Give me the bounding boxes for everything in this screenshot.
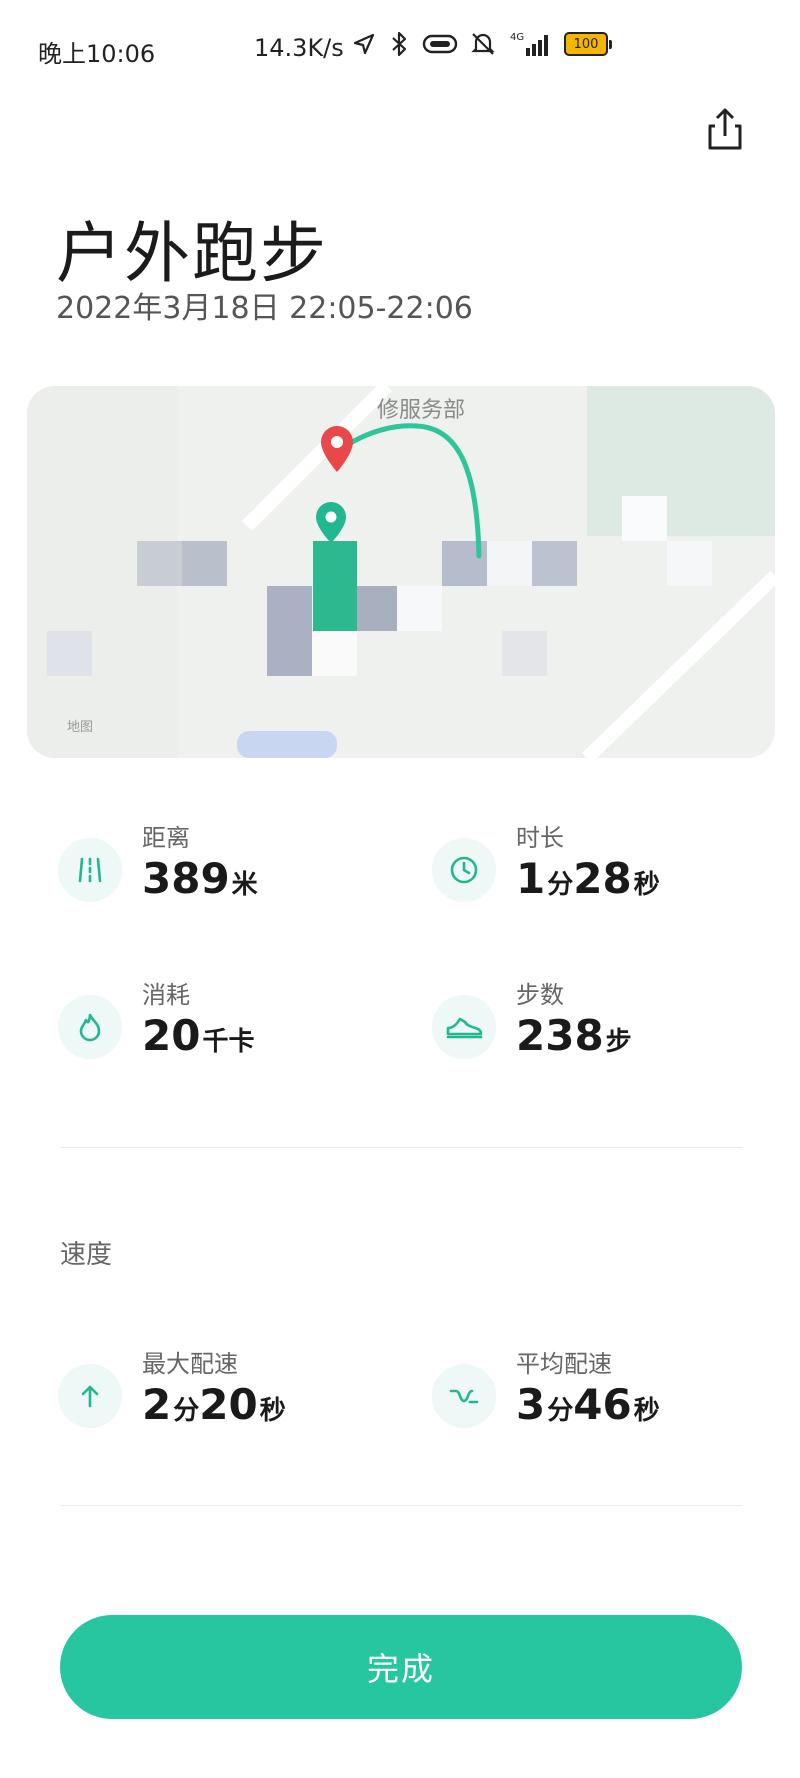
mute-bell-icon: [470, 31, 496, 57]
road-icon: [58, 838, 122, 902]
status-time: 晚上10:06: [38, 40, 156, 68]
share-icon: [708, 108, 742, 150]
divider: [60, 1147, 742, 1148]
minute-unit: 分: [173, 1396, 200, 1426]
map-background: [27, 386, 775, 758]
stat-label: 时长: [516, 824, 564, 852]
flame-icon: [58, 995, 122, 1059]
route-map[interactable]: 修服务部 地图: [27, 386, 775, 758]
second-unit: 秒: [633, 870, 660, 900]
calories-unit: 千卡: [202, 1027, 255, 1057]
svg-text:4G: 4G: [510, 32, 524, 43]
page-title: 户外跑步: [56, 215, 328, 292]
steps-unit: 步: [605, 1027, 632, 1057]
distance-value: 389: [142, 854, 230, 903]
shoe-icon: [432, 995, 496, 1059]
network-speed: 14.3K/s: [254, 34, 344, 62]
calories-value: 20: [142, 1011, 201, 1060]
arrow-up-icon: [58, 1364, 122, 1428]
battery-icon: 100: [564, 32, 612, 56]
signal-icon: 4G: [508, 30, 552, 58]
share-button[interactable]: [700, 104, 750, 154]
vibrate-icon: [422, 33, 458, 55]
minute-unit: 分: [547, 1396, 574, 1426]
stat-label: 消耗: [142, 981, 190, 1009]
location-icon: [352, 32, 376, 56]
duration-minutes: 1: [516, 854, 546, 903]
second-unit: 秒: [259, 1396, 286, 1426]
activity-datetime: 2022年3月18日 22:05-22:06: [56, 291, 473, 326]
divider: [60, 1505, 742, 1506]
steps-value: 238: [516, 1011, 604, 1060]
done-button[interactable]: 完成: [60, 1615, 742, 1719]
map-place-label: 修服务部: [377, 398, 466, 423]
clock-icon: [432, 838, 496, 902]
duration-seconds: 28: [573, 854, 632, 903]
second-unit: 秒: [633, 1396, 660, 1426]
map-watermark: 地图: [67, 720, 94, 735]
stat-label: 平均配速: [516, 1350, 612, 1378]
minute-unit: 分: [547, 870, 574, 900]
pace-wave-icon: [432, 1364, 496, 1428]
status-bar: 晚上10:06 14.3K/s 4G 100: [0, 0, 800, 96]
max-pace-minutes: 2: [142, 1380, 172, 1429]
bluetooth-icon: [388, 31, 410, 57]
speed-section-title: 速度: [60, 1240, 113, 1270]
avg-pace-seconds: 46: [573, 1380, 632, 1429]
stat-label: 最大配速: [142, 1350, 238, 1378]
stat-label: 距离: [142, 824, 190, 852]
avg-pace-minutes: 3: [516, 1380, 546, 1429]
distance-unit: 米: [231, 870, 258, 900]
max-pace-seconds: 20: [199, 1380, 258, 1429]
stat-label: 步数: [516, 981, 564, 1009]
